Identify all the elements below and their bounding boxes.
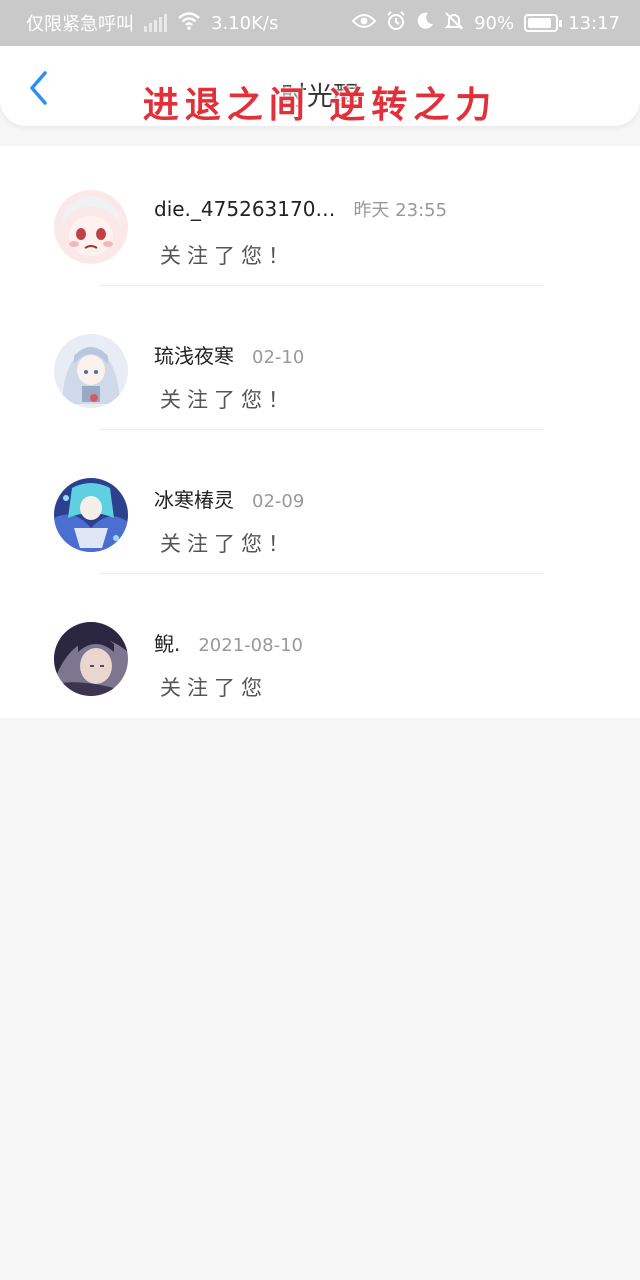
page-title: 时光醒 [280, 82, 359, 112]
avatar[interactable] [54, 190, 128, 264]
action-text: 关注了您 [160, 676, 268, 700]
signal-icon [144, 14, 167, 32]
alarm-icon [386, 10, 406, 36]
divider [100, 429, 544, 430]
moon-icon [416, 12, 434, 35]
name-line: 冰寒椿灵 02-09 [154, 484, 304, 513]
status-right: 90% 13:17 [351, 10, 620, 36]
battery-icon [524, 14, 563, 32]
name-line: die._475263170… 昨天 23:55 [154, 196, 447, 222]
carrier-text: 仅限紧急呼叫 [26, 14, 134, 35]
title-bar: 时光醒 [0, 46, 640, 126]
name-line: 鲵. 2021-08-10 [154, 628, 303, 657]
list-item[interactable]: 鲵. 2021-08-10 关注了您 [0, 578, 640, 722]
action-text: 关注了您！ [160, 388, 295, 412]
timestamp: 02-10 [252, 347, 305, 368]
clock: 13:17 [568, 12, 620, 34]
wifi-icon [177, 11, 201, 36]
timestamp: 02-09 [252, 491, 305, 512]
list-item[interactable]: 冰寒椿灵 02-09 关注了您！ [0, 434, 640, 578]
avatar[interactable] [54, 334, 128, 408]
mute-bell-icon [444, 11, 464, 36]
name-line: 琉浅夜寒 02-10 [154, 340, 304, 369]
notification-list: die._475263170… 昨天 23:55 关注了您！ 琉浅夜寒 02-1… [0, 146, 640, 718]
username[interactable]: 鲵. [154, 628, 180, 657]
status-left: 仅限紧急呼叫 3.10K/s [26, 10, 278, 36]
action-text: 关注了您！ [160, 532, 295, 556]
divider [100, 285, 544, 286]
timestamp: 2021-08-10 [198, 635, 303, 656]
status-bar: 仅限紧急呼叫 3.10K/s 90% 13:17 [0, 0, 640, 46]
avatar[interactable] [54, 622, 128, 696]
net-speed: 3.10K/s [211, 12, 279, 34]
battery-percent: 90% [474, 12, 515, 34]
eye-icon [351, 13, 377, 34]
list-item[interactable]: die._475263170… 昨天 23:55 关注了您！ [0, 146, 640, 290]
username[interactable]: 冰寒椿灵 [154, 484, 234, 513]
username[interactable]: 琉浅夜寒 [154, 340, 234, 369]
avatar[interactable] [54, 478, 128, 552]
timestamp: 昨天 23:55 [353, 200, 448, 221]
list-item[interactable]: 琉浅夜寒 02-10 关注了您！ [0, 290, 640, 434]
divider [100, 573, 544, 574]
action-text: 关注了您！ [160, 244, 295, 268]
username[interactable]: die._475263170… [154, 197, 335, 221]
